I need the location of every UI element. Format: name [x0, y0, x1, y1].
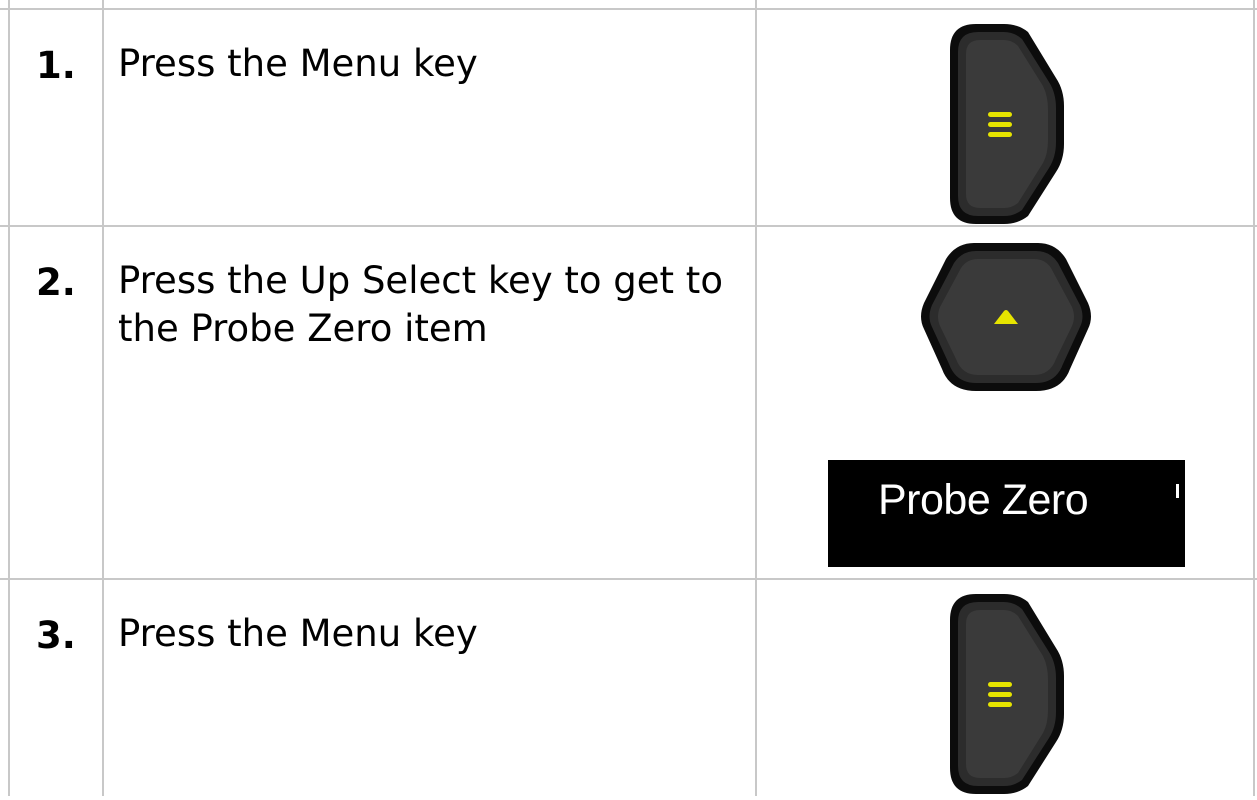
step-instruction: Press the Menu key: [118, 612, 478, 655]
menu-key-icon: [946, 592, 1068, 800]
device-display: Probe Zero: [828, 460, 1185, 567]
step-number: 3.: [36, 614, 76, 657]
step-instruction: Press the Menu key: [118, 42, 478, 85]
table-row: 1. Press the Menu key: [0, 10, 1257, 225]
menu-key-icon: [946, 22, 1068, 230]
table-row: 3. Press the Menu key: [0, 580, 1257, 796]
step-number: 1.: [36, 44, 76, 87]
table-row: 2. Press the Up Select key to get to the…: [0, 227, 1257, 578]
display-label: Probe Zero: [878, 476, 1089, 524]
instruction-table: 1. Press the Menu key 2. Press the Up Se…: [0, 0, 1257, 796]
up-select-key-icon: [918, 241, 1094, 399]
step-number: 2.: [36, 261, 76, 304]
step-instruction: Press the Up Select key to get to the Pr…: [118, 259, 723, 350]
display-cursor: [1176, 484, 1179, 498]
